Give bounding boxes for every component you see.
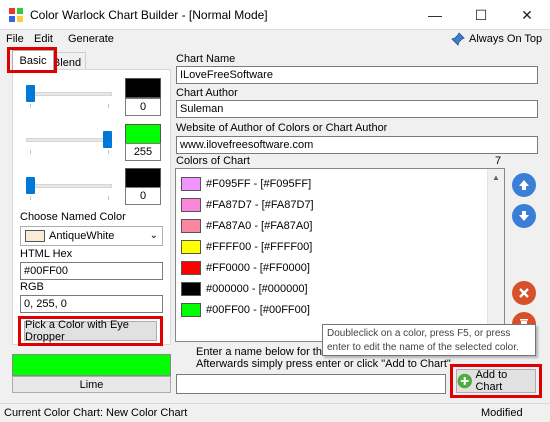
list-item-swatch — [181, 302, 201, 317]
chart-author-label: Chart Author — [176, 87, 238, 99]
blue-slider-thumb[interactable] — [26, 177, 35, 194]
named-color-swatch — [25, 230, 45, 242]
red-channel-swatch — [125, 78, 161, 98]
list-item[interactable]: #F095FF - [#F095FF] — [181, 174, 311, 193]
chevron-down-icon: ⌄ — [149, 230, 158, 241]
status-bar: Current Color Chart: New Color Chart Mod… — [0, 403, 550, 422]
window-title: Color Warlock Chart Builder - [Normal Mo… — [30, 8, 268, 22]
tab-basic-highlight — [7, 47, 57, 73]
remove-color-button[interactable] — [512, 281, 536, 305]
red-value-field[interactable]: 0 — [125, 98, 161, 116]
list-item-label: #00FF00 - [#00FF00] — [206, 303, 310, 316]
maximize-button[interactable]: ☐ — [458, 0, 504, 30]
always-on-top-toggle[interactable]: Always On Top — [451, 32, 542, 46]
list-item-label: #FA87D7 - [#FA87D7] — [206, 198, 314, 211]
blue-slider[interactable] — [22, 172, 116, 202]
green-slider-thumb[interactable] — [103, 131, 112, 148]
rgb-label: RGB — [20, 281, 44, 293]
red-slider-thumb[interactable] — [26, 85, 35, 102]
list-item-swatch — [181, 218, 201, 233]
arrow-down-icon — [519, 211, 529, 221]
list-item-swatch — [181, 260, 201, 275]
list-item-swatch — [181, 281, 201, 296]
tooltip-line-1: Doubleclick on a color, press F5, or pre… — [327, 328, 511, 339]
html-hex-field[interactable]: #00FF00 — [20, 262, 163, 280]
menu-edit[interactable]: Edit — [34, 33, 53, 45]
color-list[interactable]: ▲ ▼ #F095FF - [#F095FF] #FA87D7 - [#FA87D… — [175, 168, 505, 342]
green-value-field[interactable]: 255 — [125, 143, 161, 161]
color-name-label: Lime — [12, 376, 171, 393]
website-field[interactable]: www.ilovefreesoftware.com — [176, 136, 538, 154]
color-list-tooltip: Doubleclick on a color, press F5, or pre… — [322, 324, 536, 356]
always-on-top-label: Always On Top — [469, 33, 543, 45]
add-to-chart-highlight — [450, 364, 542, 398]
named-color-value: AntiqueWhite — [49, 230, 115, 242]
green-channel-swatch — [125, 124, 161, 144]
tooltip-line-2: enter to edit the name of the selected c… — [327, 342, 519, 353]
pin-icon — [451, 32, 465, 46]
list-item[interactable]: #000000 - [#000000] — [181, 279, 308, 298]
named-color-select[interactable]: AntiqueWhite ⌄ — [20, 226, 163, 246]
blue-channel-swatch — [125, 168, 161, 188]
list-item-label: #FF0000 - [#FF0000] — [206, 261, 310, 274]
color-count: 7 — [495, 155, 502, 167]
color-preview — [12, 354, 171, 376]
red-slider[interactable] — [22, 80, 116, 110]
tab-blend-label: Blend — [52, 56, 82, 69]
list-scrollbar[interactable]: ▲ ▼ — [487, 169, 504, 341]
minimize-button[interactable]: — — [412, 0, 458, 30]
title-bar: Color Warlock Chart Builder - [Normal Mo… — [0, 0, 550, 30]
scroll-up-icon[interactable]: ▲ — [492, 173, 500, 182]
new-color-name-input[interactable] — [176, 374, 446, 394]
status-chart-name: New Color Chart — [106, 407, 188, 419]
blue-value-field[interactable]: 0 — [125, 187, 161, 205]
status-label: Current Color Chart: — [4, 407, 104, 419]
list-item-label: #000000 - [#000000] — [206, 282, 308, 295]
chart-name-field[interactable]: ILoveFreeSoftware — [176, 66, 538, 84]
instruction-line-2: Afterwards simply press enter or click "… — [196, 358, 454, 370]
list-item-swatch — [181, 176, 201, 191]
list-item-label: #F095FF - [#F095FF] — [206, 177, 312, 190]
list-item-label: #FA87A0 - [#FA87A0] — [206, 219, 313, 232]
chart-author-field[interactable]: Suleman — [176, 100, 538, 118]
list-item[interactable]: #00FF00 - [#00FF00] — [181, 300, 310, 319]
remove-icon — [519, 288, 529, 298]
list-item[interactable]: #FA87A0 - [#FA87A0] — [181, 216, 312, 235]
website-label: Website of Author of Colors or Chart Aut… — [176, 122, 388, 134]
html-hex-label: HTML Hex — [20, 248, 73, 260]
menu-bar: File Edit Generate Always On Top — [0, 30, 550, 50]
eye-dropper-highlight — [18, 316, 163, 346]
move-down-button[interactable] — [512, 204, 536, 228]
menu-file[interactable]: File — [6, 33, 24, 45]
list-item-swatch — [181, 197, 201, 212]
list-item[interactable]: #FFFF00 - [#FFFF00] — [181, 237, 312, 256]
list-item[interactable]: #FF0000 - [#FF0000] — [181, 258, 310, 277]
status-state: Modified — [481, 407, 523, 419]
green-slider[interactable] — [22, 126, 116, 156]
colors-of-chart-label: Colors of Chart — [176, 155, 250, 167]
app-icon — [9, 8, 23, 22]
list-item-label: #FFFF00 - [#FFFF00] — [206, 240, 313, 253]
list-item-swatch — [181, 239, 201, 254]
move-up-button[interactable] — [512, 173, 536, 197]
menu-generate[interactable]: Generate — [68, 33, 114, 45]
arrow-up-icon — [519, 180, 529, 190]
named-color-label: Choose Named Color — [20, 211, 126, 223]
chart-name-label: Chart Name — [176, 53, 236, 65]
rgb-field[interactable]: 0, 255, 0 — [20, 295, 163, 313]
close-button[interactable]: ✕ — [504, 0, 550, 30]
list-item[interactable]: #FA87D7 - [#FA87D7] — [181, 195, 314, 214]
